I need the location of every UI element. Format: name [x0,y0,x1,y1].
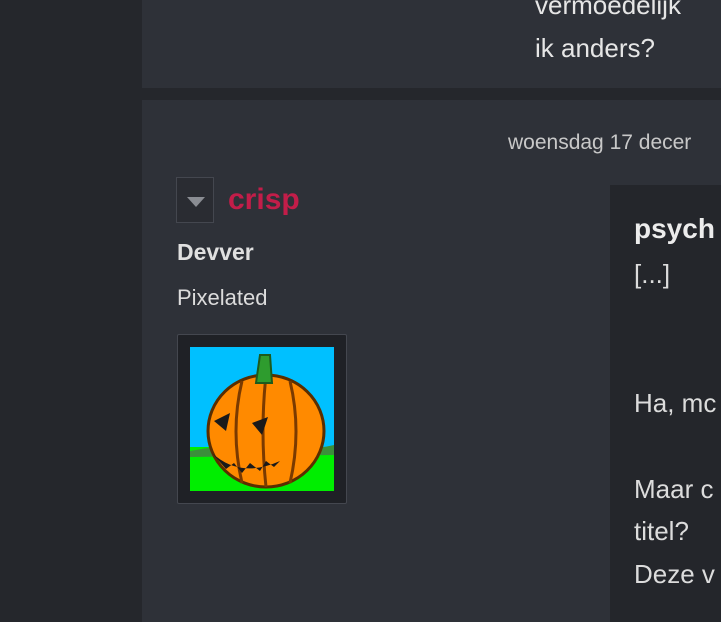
previous-post-line: ik anders? [535,33,655,63]
previous-post-line: vermoedelijk [535,0,681,20]
previous-post: vermoedelijk ik anders? [142,0,721,88]
post-body-line: Ha, mc [634,388,717,418]
pumpkin-avatar-icon [190,347,334,491]
post-body-line: Deze v [634,559,715,589]
chevron-down-icon [187,197,205,207]
quote-author: psych [634,213,715,244]
author-menu-toggle-button[interactable] [176,177,214,223]
post-body-line: titel? [634,516,689,546]
author-title: Pixelated [177,285,268,310]
avatar[interactable] [177,334,347,504]
post-content: psych [...] Ha, mc Maar c titel? Deze v [610,185,721,622]
post-date: woensdag 17 decer [508,131,692,154]
forum-post: woensdag 17 decer crisp Devver Pixelated… [142,100,721,622]
author-username[interactable]: crisp [228,183,300,217]
left-gutter [0,0,142,622]
author-role: Devver [177,239,254,265]
post-body-line: Maar c [634,474,714,504]
quote-snippet: [...] [634,259,671,289]
previous-post-text: vermoedelijk ik anders? [535,0,721,70]
